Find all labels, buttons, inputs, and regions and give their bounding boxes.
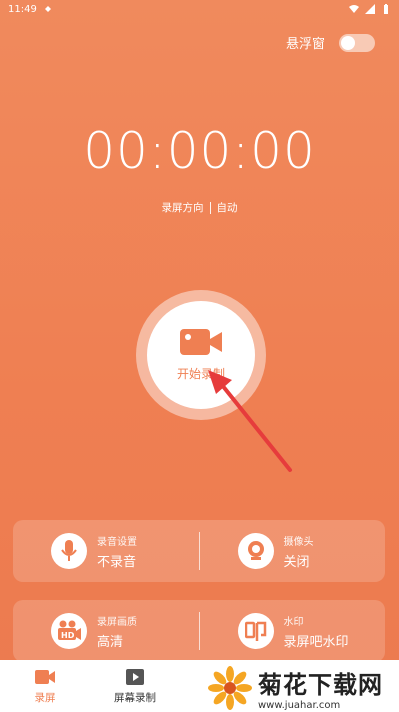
- video-camera-icon: [180, 328, 222, 355]
- hd-video-icon: HD: [58, 620, 81, 640]
- settings-card-quality-watermark: HD 录屏画质 高清 水印 录屏吧水印: [13, 600, 385, 662]
- camera-setting-title: 摄像头: [283, 536, 314, 548]
- status-bar: 11:49: [0, 0, 399, 18]
- direction-label: 录屏方向: [161, 202, 204, 214]
- site-watermark: 菊花下载网 www.juahar.com: [208, 664, 393, 712]
- play-icon: [126, 669, 144, 685]
- watermark-setting-value: 录屏吧水印: [283, 634, 349, 650]
- nav-item-record[interactable]: 录屏: [0, 660, 90, 705]
- recording-timer: 00:00:00: [83, 122, 316, 180]
- nav-label-record: 录屏: [34, 692, 56, 704]
- quality-setting-value: 高清: [97, 634, 124, 650]
- nav-label-screen-recordings: 屏幕录制: [114, 692, 156, 704]
- flower-logo-icon: [208, 666, 252, 710]
- status-time: 11:49: [8, 3, 37, 15]
- float-window-row: 悬浮窗: [286, 33, 375, 52]
- direction-divider: [209, 201, 211, 214]
- camera-setting-value: 关闭: [283, 554, 310, 570]
- battery-icon: [384, 4, 388, 14]
- audio-setting-title: 录音设置: [97, 536, 137, 548]
- watermark-url: www.juahar.com: [258, 700, 341, 711]
- watermark-setting[interactable]: 水印 录屏吧水印: [200, 613, 386, 650]
- float-window-toggle[interactable]: [339, 33, 375, 52]
- svg-text:HD: HD: [61, 631, 75, 640]
- nav-item-screen-recordings[interactable]: 屏幕录制: [90, 660, 180, 705]
- audio-icon-wrap: [51, 533, 87, 569]
- video-camera-icon: [35, 670, 55, 684]
- microphone-icon: [61, 540, 77, 561]
- audio-setting-value: 不录音: [97, 554, 137, 570]
- watermark-icon-wrap: [237, 613, 274, 649]
- quality-setting-title: 录屏画质: [97, 616, 137, 628]
- audio-setting[interactable]: 录音设置 不录音: [13, 533, 199, 570]
- wifi-icon: [349, 5, 359, 13]
- pointer-arrow-icon: [208, 370, 292, 472]
- signal-icon: [365, 4, 375, 14]
- float-window-label: 悬浮窗: [285, 37, 325, 52]
- watermark-title: 菊花下载网: [258, 671, 383, 699]
- watermark-setting-title: 水印: [283, 616, 304, 628]
- notification-icon: [44, 6, 51, 12]
- camera-icon: [247, 541, 264, 560]
- direction-value: 自动: [216, 202, 238, 214]
- quality-setting[interactable]: HD 录屏画质 高清: [13, 613, 199, 650]
- quality-icon-wrap: HD: [51, 613, 87, 649]
- toggle-knob: [341, 35, 355, 50]
- camera-icon-wrap: [237, 533, 274, 569]
- camera-setting[interactable]: 摄像头 关闭: [200, 533, 386, 570]
- record-direction[interactable]: 录屏方向 自动: [0, 200, 399, 215]
- stamp-icon: [244, 621, 266, 641]
- settings-card-audio-camera: 录音设置 不录音 摄像头 关闭: [13, 520, 385, 582]
